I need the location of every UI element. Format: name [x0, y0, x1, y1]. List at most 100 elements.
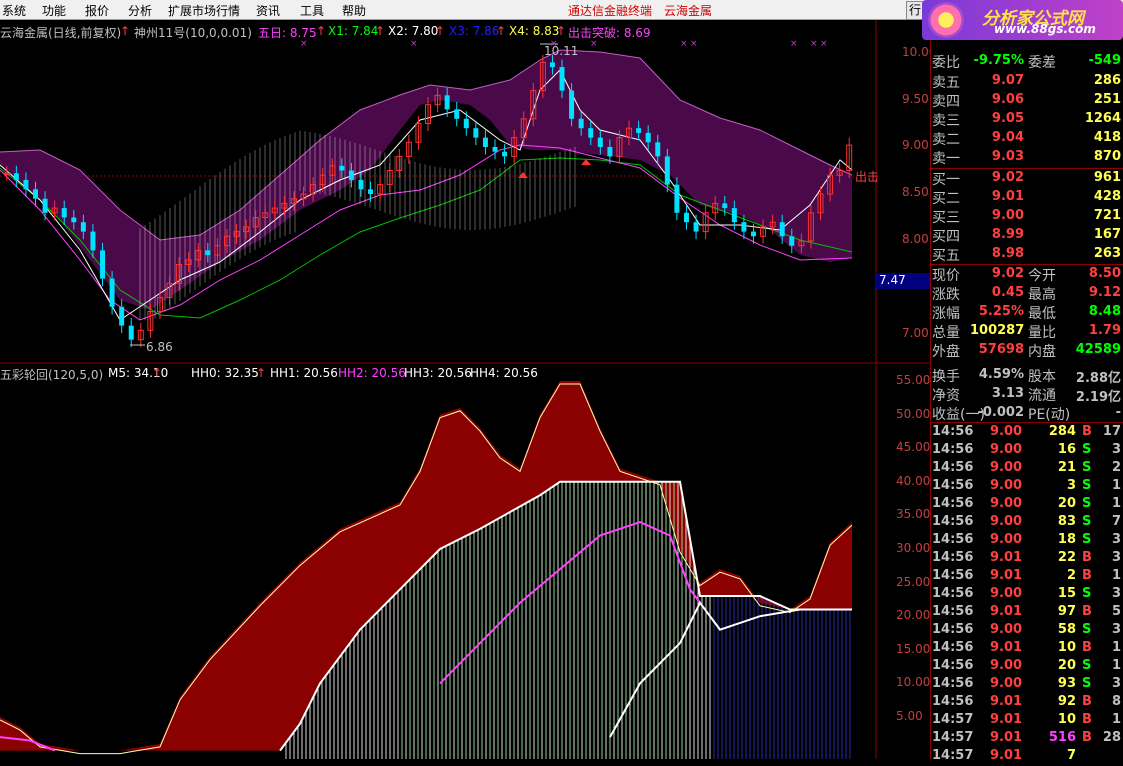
bid-row[interactable]: 买五 8.98 263 [930, 245, 1123, 264]
price-axis-label: 8.00 [902, 232, 929, 246]
tick-side: B [1082, 604, 1092, 619]
stat-row: 外盘 57698 内盘 42589 [930, 341, 1123, 360]
tick-row: 14:56 9.00 93 S 3 [930, 676, 1123, 694]
ask-price: 9.06 [991, 92, 1024, 107]
stat-value: - [1115, 405, 1121, 420]
stat-value: 9.02 [991, 266, 1024, 281]
stat-label: 量比 [1028, 325, 1056, 341]
quote-panel: 委比 -9.75% 委差 -549 卖五 9.07 286 卖四 9.06 25… [930, 40, 1123, 763]
tick-row: 14:56 9.00 20 S 1 [930, 658, 1123, 676]
stat-row: 涨幅 5.25% 最低 8.48 [930, 303, 1123, 322]
tick-row: 14:56 9.00 3 S 1 [930, 478, 1123, 496]
sub-axis-label: 55.00 [896, 373, 931, 387]
hh3-value: HH3: 20.56 [404, 366, 472, 380]
stat-row: 收益(一) -0.002 PE(动) - [930, 404, 1123, 423]
tick-price: 9.00 [990, 586, 1023, 601]
tick-price: 9.00 [990, 622, 1023, 637]
bid-label: 买四 [932, 229, 960, 245]
stat-label: 净资 [932, 388, 960, 404]
tick-volume: 21 [1057, 460, 1076, 475]
stat-label: 涨跌 [932, 287, 960, 303]
breakout-label: 出击 [855, 170, 880, 184]
ask-row[interactable]: 卖五 9.07 286 [930, 72, 1123, 91]
tick-count: 3 [1111, 442, 1121, 457]
tick-count: 1 [1111, 568, 1121, 583]
ask-row[interactable]: 卖三 9.05 1264 [930, 110, 1123, 129]
tick-time: 14:56 [932, 640, 974, 655]
tick-time: 14:56 [932, 658, 974, 673]
sub-axis-label: 45.00 [896, 440, 931, 455]
tick-volume: 284 [1048, 424, 1076, 439]
tick-count: 17 [1102, 424, 1121, 439]
tick-side: B [1082, 730, 1092, 745]
tick-price: 9.00 [990, 514, 1023, 529]
tick-volume: 93 [1057, 676, 1076, 691]
tick-side: B [1082, 424, 1092, 439]
bid-row[interactable]: 买四 8.99 167 [930, 226, 1123, 245]
sub-axis-label: 25.00 [896, 574, 931, 589]
tick-price: 9.01 [990, 730, 1023, 745]
sub-axis-label: 5.00 [896, 709, 923, 723]
ask-row[interactable]: 卖二 9.04 418 [930, 129, 1123, 148]
stat-value: 1.79 [1088, 323, 1121, 338]
hh4-value: HH4: 20.56 [470, 366, 538, 380]
tick-time: 14:56 [932, 604, 974, 619]
tick-time: 14:56 [932, 622, 974, 637]
stat-value: 9.12 [1088, 285, 1121, 300]
ask-label: 卖一 [932, 151, 960, 167]
tick-volume: 3 [1066, 478, 1076, 493]
price-axis-label: 7.00 [902, 326, 929, 340]
tick-side: S [1082, 586, 1092, 601]
tick-row: 14:56 9.00 15 S 3 [930, 586, 1123, 604]
tick-side: S [1082, 496, 1092, 511]
tick-volume: 15 [1057, 586, 1076, 601]
bid-row[interactable]: 买一 9.02 961 [930, 169, 1123, 188]
tick-side: B [1082, 640, 1092, 655]
svg-text:×: × [590, 39, 598, 49]
tick-side: B [1082, 568, 1092, 583]
bid-volume: 263 [1093, 246, 1121, 261]
tick-count: 8 [1111, 694, 1121, 709]
tick-volume: 516 [1048, 730, 1076, 745]
sub-axis-label: 10.00 [896, 675, 931, 690]
bid-row[interactable]: 买二 9.01 428 [930, 188, 1123, 207]
stat-label: 最高 [1028, 287, 1056, 303]
flower-icon [928, 2, 964, 38]
ask-row[interactable]: 卖四 9.06 251 [930, 91, 1123, 110]
ask-label: 卖四 [932, 94, 960, 110]
svg-text:×: × [680, 39, 688, 49]
bid-label: 买二 [932, 191, 960, 207]
order-ratio-value: -9.75% [973, 53, 1025, 68]
tick-volume: 10 [1057, 712, 1076, 727]
tick-time: 14:57 [932, 748, 974, 763]
bid-row[interactable]: 买三 9.00 721 [930, 207, 1123, 226]
tick-time: 14:56 [932, 424, 974, 439]
tick-count: 5 [1111, 604, 1121, 619]
tick-time: 14:56 [932, 514, 974, 529]
tick-row: 14:56 9.01 97 B 5 [930, 604, 1123, 622]
tick-volume: 92 [1057, 694, 1076, 709]
tick-count: 3 [1111, 550, 1121, 565]
ask-price: 9.05 [991, 111, 1024, 126]
tick-time: 14:56 [932, 694, 974, 709]
tick-price: 9.01 [990, 694, 1023, 709]
site-logo: 分析家公式网 www.88gs.com [922, 0, 1123, 40]
tick-count: 1 [1111, 658, 1121, 673]
tick-side: S [1082, 442, 1092, 457]
tick-volume: 16 [1057, 442, 1076, 457]
tick-count: 1 [1111, 640, 1121, 655]
ask-volume: 870 [1093, 149, 1121, 164]
tick-side: S [1082, 658, 1092, 673]
stat-label: 外盘 [932, 344, 960, 360]
bid-volume: 167 [1093, 227, 1121, 242]
ask-label: 卖二 [932, 132, 960, 148]
tick-count: 3 [1111, 676, 1121, 691]
order-diff-label: 委差 [1028, 55, 1056, 71]
stat-row: 换手 4.59% 股本 2.88亿 [930, 366, 1123, 386]
ask-volume: 1264 [1084, 111, 1121, 126]
bid-volume: 961 [1093, 170, 1121, 185]
stat-label: 内盘 [1028, 344, 1056, 360]
ask-row[interactable]: 卖一 9.03 870 [930, 148, 1123, 167]
tick-row: 14:56 9.00 284 B 17 [930, 424, 1123, 442]
tick-price: 9.01 [990, 550, 1023, 565]
